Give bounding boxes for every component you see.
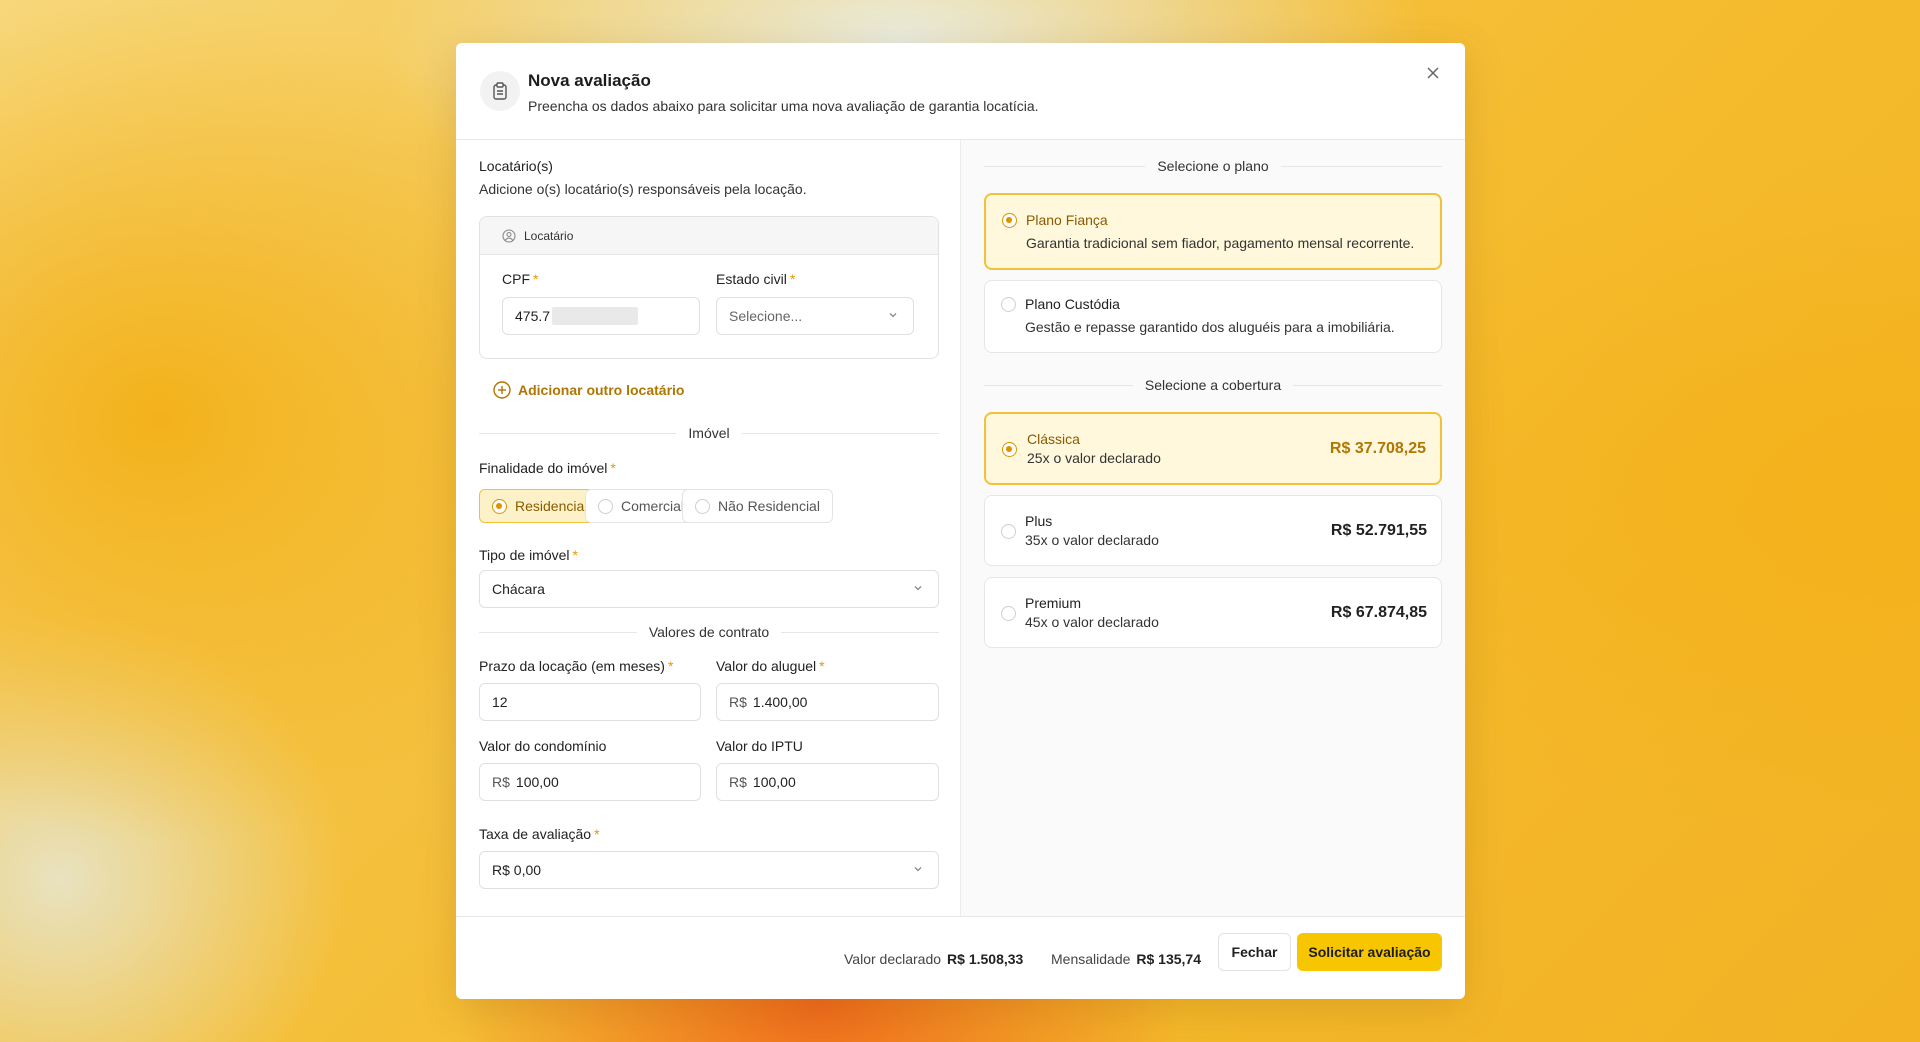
cpf-input[interactable]: 475.7 bbox=[502, 297, 700, 335]
iptu-value: 100,00 bbox=[752, 774, 796, 790]
radio-empty-icon bbox=[1001, 297, 1016, 312]
plan-name: Plano Custódia bbox=[1025, 296, 1120, 312]
new-evaluation-modal: Nova avaliação Preencha os dados abaixo … bbox=[456, 43, 1465, 999]
valor-declarado-value: R$ 1.508,33 bbox=[947, 951, 1024, 967]
finalidade-option-residencial[interactable]: Residencial bbox=[479, 489, 601, 523]
coverage-desc: 25x o valor declarado bbox=[1027, 450, 1161, 466]
coverage-price: R$ 37.708,25 bbox=[1329, 440, 1426, 457]
cpf-value: 475.7 bbox=[515, 308, 551, 324]
plan-desc: Garantia tradicional sem fiador, pagamen… bbox=[1026, 235, 1415, 251]
tipo-imovel-value: Chácara bbox=[492, 581, 545, 597]
aluguel-value: 1.400,00 bbox=[752, 694, 808, 710]
user-circle-icon bbox=[502, 228, 516, 243]
radio-empty-icon bbox=[1001, 606, 1016, 621]
estado-civil-placeholder: Selecione... bbox=[729, 308, 803, 324]
radio-empty-icon bbox=[1001, 524, 1016, 539]
chevron-down-icon bbox=[914, 586, 922, 591]
contrato-divider: Valores de contrato bbox=[479, 624, 939, 640]
coverage-card-premium[interactable]: Premium 45x o valor declarado R$ 67.874,… bbox=[984, 577, 1442, 648]
mensalidade-value: R$ 135,74 bbox=[1136, 951, 1201, 967]
add-locatario-button[interactable]: Adicionar outro locatário bbox=[493, 381, 684, 399]
locatario-card-header: Locatário bbox=[480, 217, 938, 255]
locatarios-desc: Adicione o(s) locatário(s) responsáveis … bbox=[479, 181, 807, 197]
cobertura-section-title: Selecione a cobertura bbox=[1144, 377, 1282, 393]
clipboard-icon bbox=[480, 71, 520, 111]
radio-selected-icon bbox=[492, 498, 507, 514]
aluguel-input[interactable]: R$ 1.400,00 bbox=[716, 683, 939, 721]
currency-prefix: R$ bbox=[729, 774, 747, 790]
taxa-select[interactable]: R$ 0,00 bbox=[479, 851, 939, 889]
coverage-price: R$ 67.874,85 bbox=[1330, 604, 1427, 621]
coverage-name: Clássica bbox=[1027, 431, 1080, 447]
mensalidade-label: Mensalidade bbox=[1051, 951, 1131, 967]
coverage-card-plus[interactable]: Plus 35x o valor declarado R$ 52.791,55 bbox=[984, 495, 1442, 566]
prazo-value: 12 bbox=[492, 694, 508, 710]
condominio-label: Valor do condomínio bbox=[479, 738, 607, 754]
finalidade-option-label: Residencial bbox=[515, 498, 588, 514]
locatario-card-title: Locatário bbox=[524, 228, 574, 243]
chevron-down-icon bbox=[914, 867, 922, 872]
finalidade-option-n-o-residencial[interactable]: Não Residencial bbox=[682, 489, 833, 523]
plan-card-fianca[interactable]: Plano Fiança Garantia tradicional sem fi… bbox=[984, 193, 1442, 270]
cpf-label: CPF * bbox=[502, 271, 539, 287]
request-evaluation-button[interactable]: Solicitar avaliação bbox=[1297, 933, 1442, 971]
currency-prefix: R$ bbox=[729, 694, 747, 710]
plano-section-title: Selecione o plano bbox=[1157, 158, 1269, 174]
coverage-card-classica[interactable]: Clássica 25x o valor declarado R$ 37.708… bbox=[984, 412, 1442, 485]
finalidade-option-comercial[interactable]: Comercial bbox=[585, 489, 698, 523]
valor-declarado-label: Valor declarado bbox=[844, 951, 942, 967]
plan-name: Plano Fiança bbox=[1026, 212, 1108, 228]
iptu-input[interactable]: R$ 100,00 bbox=[716, 763, 939, 801]
plan-desc: Gestão e repasse garantido dos aluguéis … bbox=[1025, 319, 1395, 335]
aluguel-label: Valor do aluguel * bbox=[716, 658, 825, 674]
imovel-divider: Imóvel bbox=[479, 425, 940, 441]
imovel-section-title: Imóvel bbox=[688, 425, 730, 441]
plan-card-custodia[interactable]: Plano Custódia Gestão e repasse garantid… bbox=[984, 280, 1442, 353]
condominio-value: 100,00 bbox=[515, 774, 559, 790]
modal-footer: Valor declarado R$ 1.508,33 Mensalidade R$… bbox=[456, 916, 1465, 999]
iptu-label: Valor do IPTU bbox=[716, 738, 803, 754]
radio-selected-icon bbox=[1002, 442, 1017, 457]
finalidade-option-label: Comercial bbox=[621, 498, 685, 514]
cpf-redacted bbox=[552, 307, 639, 325]
radio-empty-icon bbox=[695, 498, 710, 514]
radio-selected-icon bbox=[1002, 213, 1017, 228]
taxa-value: R$ 0,00 bbox=[492, 862, 542, 878]
form-left-column: Locatário(s) Adicione o(s) locatário(s) … bbox=[456, 140, 960, 916]
radio-empty-icon bbox=[598, 498, 613, 514]
mensalidade: Mensalidade R$ 135,74 bbox=[1051, 951, 1201, 967]
add-locatario-label: Adicionar outro locatário bbox=[518, 382, 685, 398]
finalidade-option-label: Não Residencial bbox=[718, 498, 820, 514]
taxa-label: Taxa de avaliação * bbox=[479, 826, 600, 842]
prazo-label: Prazo da locação (em meses) * bbox=[479, 658, 674, 674]
plan-right-column: Selecione o plano Plano Fiança Garantia … bbox=[960, 140, 1465, 916]
valor-declarado: Valor declarado R$ 1.508,33 bbox=[844, 951, 1023, 967]
plus-circle-icon bbox=[493, 381, 511, 399]
locatarios-title: Locatário(s) bbox=[479, 158, 553, 174]
tipo-imovel-label: Tipo de imóvel * bbox=[479, 547, 578, 563]
close-icon[interactable] bbox=[1421, 61, 1445, 85]
coverage-name: Premium bbox=[1025, 595, 1082, 611]
currency-prefix: R$ bbox=[492, 774, 510, 790]
contrato-section-title: Valores de contrato bbox=[648, 624, 770, 640]
modal-subtitle: Preencha os dados abaixo para solicitar … bbox=[528, 98, 1039, 114]
modal-title: Nova avaliação bbox=[528, 71, 651, 90]
coverage-desc: 35x o valor declarado bbox=[1025, 532, 1159, 548]
tipo-imovel-select[interactable]: Chácara bbox=[479, 570, 939, 608]
estado-civil-select[interactable]: Selecione... bbox=[716, 297, 914, 335]
prazo-input[interactable]: 12 bbox=[479, 683, 701, 721]
condominio-input[interactable]: R$ 100,00 bbox=[479, 763, 701, 801]
estado-civil-label: Estado civil * bbox=[716, 271, 796, 287]
locatario-card: Locatário CPF * 475.7 Estado civil * Selec… bbox=[479, 216, 939, 359]
coverage-name: Plus bbox=[1025, 513, 1053, 529]
coverage-desc: 45x o valor declarado bbox=[1025, 614, 1159, 630]
chevron-down-icon bbox=[889, 313, 897, 318]
modal-header: Nova avaliação Preencha os dados abaixo … bbox=[456, 43, 1465, 140]
finalidade-label: Finalidade do imóvel * bbox=[479, 460, 616, 476]
plano-divider: Selecione o plano bbox=[984, 158, 1442, 174]
cobertura-divider: Selecione a cobertura bbox=[984, 377, 1443, 393]
close-button[interactable]: Fechar bbox=[1218, 933, 1291, 971]
coverage-price: R$ 52.791,55 bbox=[1330, 522, 1427, 539]
